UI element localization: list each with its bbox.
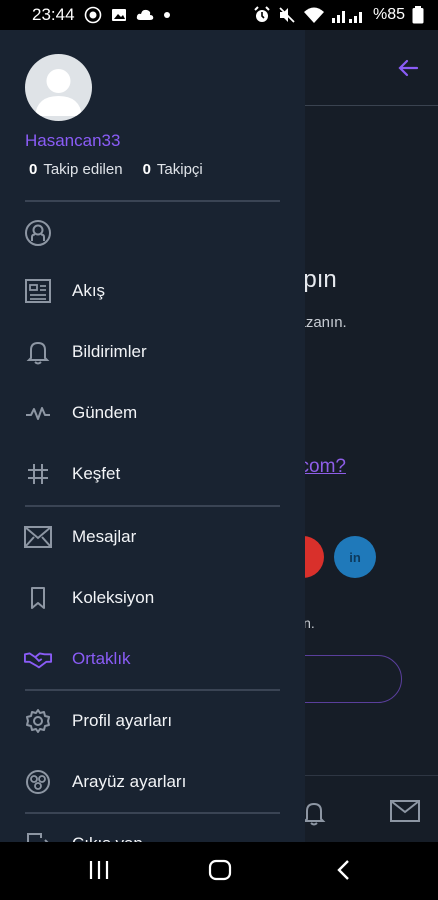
status-bar: 23:44 %85 (0, 0, 438, 30)
system-nav-bar (0, 842, 438, 900)
menu-label-collection: Koleksiyon (72, 588, 155, 607)
followers-label[interactable]: Takipçi (157, 161, 203, 178)
follow-stats: 0 Takip edilen 0 Takipçi (29, 161, 203, 178)
following-label[interactable]: Takip edilen (43, 161, 122, 178)
menu-item-messages[interactable]: Mesajlar (0, 509, 305, 565)
status-time: 23:44 (32, 5, 75, 24)
divider (25, 505, 280, 507)
battery-text: %85 (372, 6, 405, 23)
navigation-drawer: Hasancan33 0 Takip edilen 0 Takipçi Akış… (0, 30, 305, 842)
menu-item-interface-settings[interactable]: Arayüz ayarları (0, 754, 305, 810)
logout-icon (24, 830, 52, 842)
dot-icon (163, 11, 171, 19)
back-button[interactable] (334, 858, 352, 887)
notification-icon (84, 6, 102, 24)
menu-label-trending: Gündem (72, 403, 138, 422)
menu-item-feed[interactable]: Akış (0, 263, 305, 319)
wifi-icon (303, 6, 325, 24)
bell-icon[interactable] (302, 800, 326, 831)
alarm-icon (253, 6, 271, 24)
divider (25, 812, 280, 814)
menu-item-collection[interactable]: Koleksiyon (0, 570, 305, 626)
divider (25, 200, 280, 202)
bell-icon (24, 338, 52, 366)
home-button[interactable] (208, 858, 232, 887)
menu-label-messages: Mesajlar (72, 527, 137, 546)
menu-item-profile-settings[interactable]: Profil ayarları (0, 693, 305, 749)
linkedin-icon: in (349, 549, 361, 565)
cloud-icon (136, 8, 154, 22)
username[interactable]: Hasancan33 (25, 131, 120, 151)
battery-icon (412, 6, 424, 24)
menu-label-notifications: Bildirimler (72, 342, 147, 361)
menu-item-explore[interactable]: Keşfet (0, 446, 305, 502)
menu-item-logout[interactable]: Çıkış yap (0, 816, 305, 842)
menu-label-partnership: Ortaklık (72, 649, 131, 668)
menu-item-trending[interactable]: Gündem (0, 385, 305, 441)
hashtag-icon (24, 460, 52, 488)
mail-icon[interactable] (390, 800, 420, 827)
profile-icon (24, 219, 52, 247)
menu-label-explore: Keşfet (72, 464, 121, 483)
image-icon (111, 7, 127, 23)
menu-label-profile-settings: Profil ayarları (72, 711, 173, 730)
menu-label-logout: Çıkış yap (72, 834, 143, 842)
menu-label-feed: Akış (72, 281, 106, 300)
divider (25, 689, 280, 691)
linkedin-button[interactable]: in (334, 536, 376, 578)
menu-item-notifications[interactable]: Bildirimler (0, 324, 305, 380)
menu-item-profile[interactable] (0, 205, 305, 261)
followers-count: 0 (142, 161, 151, 178)
bookmark-icon (24, 584, 52, 612)
signal-icon (331, 7, 366, 23)
recents-button[interactable] (88, 858, 110, 887)
gear-icon (24, 707, 52, 735)
menu-item-partnership[interactable]: Ortaklık (0, 631, 305, 687)
palette-icon (24, 768, 52, 796)
arrow-left-icon[interactable] (396, 56, 420, 85)
mute-icon (278, 6, 296, 24)
feed-icon (24, 277, 52, 305)
menu-label-interface-settings: Arayüz ayarları (72, 772, 187, 791)
following-count: 0 (29, 161, 38, 178)
mail-icon (24, 523, 52, 551)
avatar[interactable] (25, 54, 92, 121)
pulse-icon (24, 399, 52, 427)
handshake-icon (24, 645, 52, 673)
